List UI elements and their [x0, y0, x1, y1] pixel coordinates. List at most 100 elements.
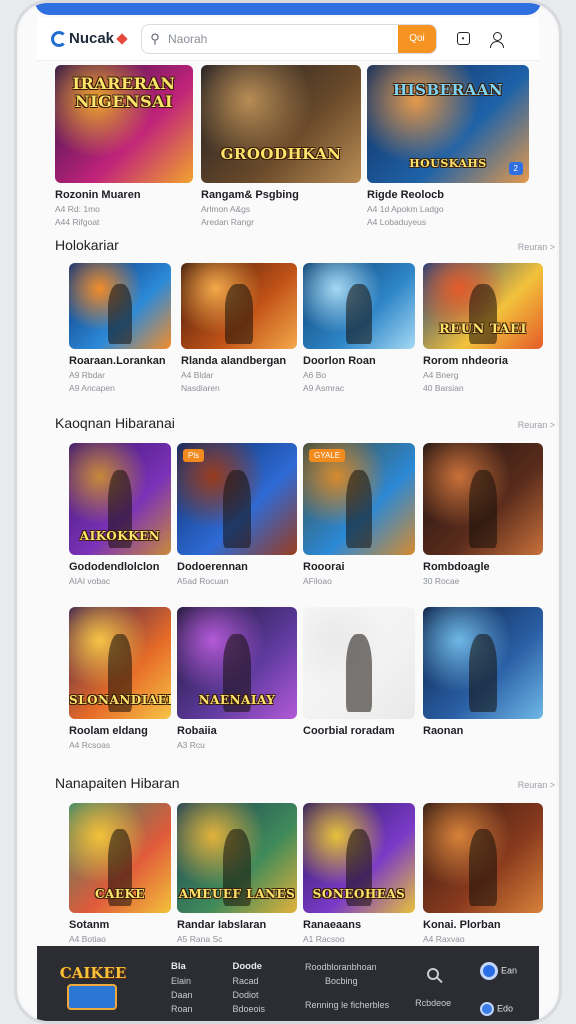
card-title: Doorlon Roan	[303, 355, 376, 367]
featured-thumb: HISBERAAN HOUSKAHS 2	[367, 65, 529, 183]
card-meta: A3 Rcu	[177, 740, 205, 750]
character-art	[468, 633, 498, 713]
card-meta: Arlmon A&gs	[201, 204, 251, 214]
footer-link[interactable]: Daan	[171, 988, 193, 1002]
game-card[interactable]: Roaraan.Lorankan A9 Rbdar A9 Ancapen	[69, 263, 171, 393]
section-header: Nanapaiten Hibaran Reuran >	[55, 775, 555, 797]
featured-card[interactable]: GROODHKAN Rangam& Psgbing Arlmon A&gs Ar…	[201, 65, 361, 227]
game-badge: Pls	[183, 449, 205, 462]
footer-link[interactable]: Roodbloranbhoan	[305, 960, 389, 974]
game-art-title: AMEUEF LANES	[178, 887, 296, 901]
game-card[interactable]: Coorbial roradam	[303, 607, 415, 740]
footer-badge-label: Ean	[500, 965, 517, 976]
card-meta: A44 Rifgoat	[55, 217, 100, 227]
featured-card[interactable]: HISBERAAN HOUSKAHS 2 Rigde Reolocb A4 1d…	[367, 65, 529, 227]
card-title: Randar Iabslaran	[177, 919, 267, 931]
see-more-link[interactable]: Reuran >	[518, 780, 555, 790]
featured-thumb: IRARERAN NIGENSAI	[55, 65, 193, 183]
footer-link[interactable]: Elain	[171, 974, 193, 988]
card-meta: A5ad Rocuan	[177, 576, 229, 586]
card-meta: 30 Rocae	[423, 576, 460, 586]
featured-card[interactable]: IRARERAN NIGENSAI Rozonin Muaren A4 Rd: …	[55, 65, 193, 227]
game-card[interactable]: Konai. Plorban A4 Raxvao	[423, 803, 543, 944]
card-title: Roaraan.Lorankan	[69, 355, 166, 367]
footer-link[interactable]: Racad	[233, 974, 266, 988]
card-title: Dodoerennan	[177, 561, 248, 573]
card-title: Rooorai	[303, 561, 345, 573]
search-input[interactable]	[168, 24, 398, 53]
game-card[interactable]: CAEKE Sotanm A4 Botiao	[69, 803, 171, 944]
user-icon[interactable]	[424, 968, 443, 986]
footer-right: Ean Edo	[480, 962, 517, 1016]
footer-link[interactable]: Roan	[171, 1002, 193, 1016]
game-thumb: GYALE	[303, 443, 415, 555]
featured-thumb: GROODHKAN	[201, 65, 361, 183]
footer-link[interactable]: Bdoeois	[233, 1002, 266, 1016]
search-button[interactable]: Qoi	[398, 24, 436, 53]
footer-badge[interactable]: Edo	[480, 1002, 517, 1016]
card-title: Rlanda alandbergan	[181, 355, 287, 367]
game-card[interactable]: Pls Dodoerennan A5ad Rocuan	[177, 443, 297, 586]
game-card[interactable]: Doorlon Roan A6 Bo A9 Asmrac	[303, 263, 415, 393]
card-meta: A4 Bnerg	[423, 370, 459, 380]
game-card[interactable]: Raonan	[423, 607, 543, 740]
footer-column: Roodbloranbhoan Bocbing Renning le fiche…	[305, 960, 389, 1012]
card-meta: A9 Asmrac	[303, 383, 345, 393]
card-title: Robaiia	[177, 725, 217, 737]
footer-link[interactable]: Renning le ficherbles	[305, 998, 389, 1012]
game-thumb: AIKOKKEN	[69, 443, 171, 555]
character-art	[468, 829, 498, 907]
game-card[interactable]: SONEOHEAS Ranaeaans A1 Racsoo	[303, 803, 415, 944]
footer-link[interactable]: Dodiot	[233, 988, 266, 1002]
logo-icon	[51, 30, 67, 47]
game-card[interactable]: GYALE Rooorai AFiloao	[303, 443, 415, 586]
see-more-link[interactable]: Reuran >	[518, 242, 555, 252]
game-thumb	[423, 803, 543, 913]
footer-column: Doode Racad Dodiot Bdoeois	[233, 960, 266, 1016]
game-card[interactable]: AMEUEF LANES Randar Iabslaran A5 Rana Sc	[177, 803, 297, 944]
game-thumb	[69, 263, 171, 349]
game-art-title: SLONANDIAEK	[69, 693, 171, 707]
game-art-title: REUN TAEI	[439, 322, 527, 337]
footer-link[interactable]: Bocbing	[305, 974, 389, 988]
see-more-link[interactable]: Reuran >	[518, 420, 555, 430]
section-header: Kaoqnan Hibaranai Reuran >	[55, 415, 555, 437]
game-thumb: Pls	[177, 443, 297, 555]
footer-link[interactable]: Rcbdeoe	[415, 996, 451, 1010]
footer-badge[interactable]: Ean	[480, 962, 517, 980]
card-meta: Aredan Rangr	[201, 217, 254, 227]
section-row: SLONANDIAEK Roolam eldang A4 Rcsoas NAENAIA…	[55, 607, 555, 771]
card-meta: A4 Botiao	[69, 934, 106, 944]
app-logo[interactable]: Nucak	[37, 30, 141, 47]
game-thumb: CAEKE	[69, 803, 171, 913]
footer-column-heading: Doode	[232, 961, 263, 972]
card-title: Rangam& Psgbing	[201, 189, 299, 201]
search-bar: ⚲ Qoi	[141, 23, 437, 54]
game-thumb: SLONANDIAEK	[69, 607, 171, 719]
card-title: Roolam eldang	[69, 725, 148, 737]
game-thumb: REUN TAEI	[423, 263, 543, 349]
character-art	[222, 469, 252, 549]
square-icon[interactable]: •	[455, 31, 471, 47]
game-card[interactable]: NAENAIAY Robaiia A3 Rcu	[177, 607, 297, 750]
card-title: Raonan	[423, 725, 464, 737]
phone-top-bar	[35, 3, 541, 15]
featured-art-title: IRARERAN NIGENSAI	[72, 74, 176, 111]
card-meta: AFiloao	[303, 576, 332, 586]
user-icon[interactable]	[489, 31, 505, 48]
game-card[interactable]: AIKOKKEN Gododendlolclon AIAI vobac	[69, 443, 171, 586]
game-art-title: AIKOKKEN	[79, 529, 161, 543]
card-title: Rombdoagle	[423, 561, 490, 573]
footer-logo[interactable]: CAIKEE	[55, 960, 131, 1020]
card-title: Gododendlolclon	[69, 561, 160, 573]
section-row: AIKOKKEN Gododendlolclon AIAI vobac Pls Dodo…	[55, 443, 555, 607]
game-art-title: NAENAIAY	[198, 693, 276, 707]
footer-badge-label: Edo	[496, 1003, 513, 1014]
card-title: Ranaeaans	[303, 919, 362, 931]
game-card[interactable]: SLONANDIAEK Roolam eldang A4 Rcsoas	[69, 607, 171, 750]
game-card[interactable]: Rombdoagle 30 Rocae	[423, 443, 543, 586]
game-card[interactable]: REUN TAEI Rorom nhdeoria A4 Bnerg 40 Barsia…	[423, 263, 543, 393]
section-title: Nanapaiten Hibaran	[55, 775, 180, 791]
globe-icon	[480, 962, 499, 980]
game-card[interactable]: Rlanda alandbergan A4 Bldar Nasdiaren	[181, 263, 297, 393]
